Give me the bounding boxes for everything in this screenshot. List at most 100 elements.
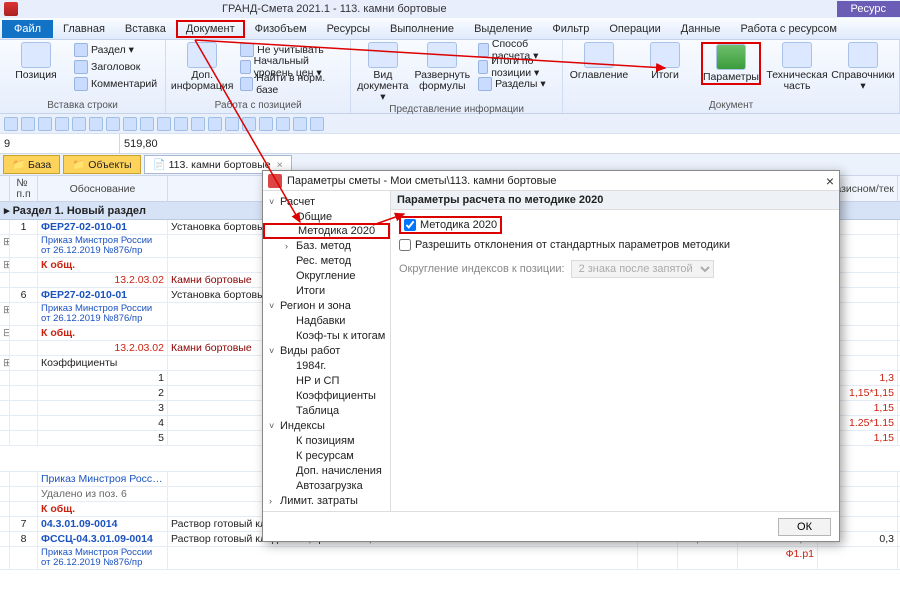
tree-okruglenie[interactable]: Округление [263,268,390,283]
metodika2020-input[interactable] [404,219,416,231]
tree-dopnach[interactable]: Доп. начисления [263,463,390,478]
techpart-button[interactable]: Техническая часть [767,42,827,92]
qat-icon[interactable] [123,117,137,131]
search-icon [240,77,253,91]
tree-resmetod[interactable]: Рес. метод [263,253,390,268]
qat-icon[interactable] [208,117,222,131]
sections-button[interactable]: Разделы ▾ [476,76,556,92]
formula-icon [427,42,457,68]
tree-koefitogi[interactable]: Коэф-ты к итогам [263,328,390,343]
tree-avtozagruzka[interactable]: Автозагрузка [263,478,390,493]
handbooks-button[interactable]: Справочники ▾ [833,42,893,92]
viewdoc-button[interactable]: Вид документа ▾ [357,42,408,103]
section-button[interactable]: Раздел ▾ [72,42,159,58]
qat-icon[interactable] [140,117,154,131]
tree-metodika2020[interactable]: Методика 2020 [263,223,390,239]
tree-tablica[interactable]: Таблица [263,403,390,418]
menu-operations[interactable]: Операции [599,20,670,38]
totals-button[interactable]: Итоги [635,42,695,81]
group-label-posrab: Работа с позицией [172,99,344,111]
qat-icon[interactable] [225,117,239,131]
sum-icon [478,60,488,74]
header-button[interactable]: Заголовок [72,59,159,75]
tree-kpoz[interactable]: К позициям [263,433,390,448]
rounding-select[interactable]: 2 знака после запятой [571,260,714,278]
tree-nrsp[interactable]: НР и СП [263,373,390,388]
tree-nadbavki[interactable]: Надбавки [263,313,390,328]
menu-insert[interactable]: Вставка [115,20,176,38]
tree-indexy[interactable]: Индексы [263,418,390,433]
tree-kres[interactable]: К ресурсам [263,448,390,463]
level-icon [240,60,250,74]
allow-deviation-input[interactable] [399,239,411,251]
qat-icon[interactable] [310,117,324,131]
qat-icon[interactable] [293,117,307,131]
menu-execution[interactable]: Выполнение [380,20,464,38]
close-icon[interactable]: × [826,173,834,189]
dopinfo-button[interactable]: Доп. информация [172,42,232,92]
dialog-tree[interactable]: Расчет Общие Методика 2020 Баз. метод Ре… [263,191,391,511]
qat-icon[interactable] [191,117,205,131]
group-label-insert: Вставка строки [6,99,159,111]
ribbon-group-position: Доп. информация Не учитывать Начальный у… [166,40,351,113]
resource-context-tab[interactable]: Ресурс [837,1,900,17]
allow-deviation-checkbox[interactable]: Разрешить отклонения от стандартных пара… [399,239,831,251]
menu-resources[interactable]: Ресурсы [317,20,380,38]
tree-region[interactable]: Регион и зона [263,298,390,313]
position-icon [21,42,51,68]
menu-filter[interactable]: Фильтр [542,20,599,38]
tree-obshie[interactable]: Общие [263,209,390,224]
base-button[interactable]: 📁 База [3,155,60,174]
parameters-button[interactable]: Параметры [701,42,761,85]
menu-main[interactable]: Главная [53,20,115,38]
app-icon [4,2,18,16]
col-num: № п.п [10,176,38,201]
position-button[interactable]: Позиция [6,42,66,81]
qat-icon[interactable] [89,117,103,131]
tree-itogi[interactable]: Итоги [263,283,390,298]
metodika2020-checkbox[interactable]: Методика 2020 [399,216,502,234]
itemtotals-button[interactable]: Итоги по позиции ▾ [476,59,556,75]
menu-selection[interactable]: Выделение [464,20,542,38]
ok-button[interactable]: ОК [778,518,831,536]
dialog-titlebar[interactable]: Параметры сметы - Мои сметы\113. камни б… [263,171,839,191]
tree-raschet[interactable]: Расчет [263,194,390,209]
formula-bar: 9 519,80 [0,134,900,154]
ribbon-group-insert: Позиция Раздел ▾ Заголовок Комментарий В… [0,40,166,113]
qat-icon[interactable] [157,117,171,131]
tree-limitzatraty[interactable]: Лимит. затраты [263,493,390,508]
tree-1984[interactable]: 1984г. [263,358,390,373]
qat-icon[interactable] [106,117,120,131]
qat-icon[interactable] [72,117,86,131]
findnorm-button[interactable]: Найти в норм. базе [238,76,344,92]
qat-icon[interactable] [174,117,188,131]
tree-vidyrabot[interactable]: Виды работ [263,343,390,358]
sections-icon [478,77,492,91]
menu-data[interactable]: Данные [671,20,731,38]
qat-icon[interactable] [21,117,35,131]
window-title: ГРАНД-Смета 2021.1 - 113. камни бортовые [222,3,447,15]
menu-file[interactable]: Файл [2,20,53,38]
formula-input[interactable]: 519,80 [120,138,900,150]
tab-objects[interactable]: 📁 Объекты [63,155,140,174]
qat-icon[interactable] [242,117,256,131]
qat-icon[interactable] [38,117,52,131]
tree-koef[interactable]: Коэффициенты [263,388,390,403]
qat-icon[interactable] [55,117,69,131]
name-box[interactable]: 9 [0,134,120,153]
qat-icon[interactable] [276,117,290,131]
gear-icon [716,44,746,70]
info-icon [187,42,217,68]
menu-document[interactable]: Документ [176,20,245,38]
qat-icon[interactable] [259,117,273,131]
title-bar: ГРАНД-Смета 2021.1 - 113. камни бортовые… [0,0,900,18]
table-row[interactable]: Приказ Минстроя России от 26.12.2019 №87… [0,547,900,570]
toc-button[interactable]: Оглавление [569,42,629,81]
expandformulas-button[interactable]: Развернуть формулы [414,42,470,92]
tree-bazmetod[interactable]: Баз. метод [263,238,390,253]
menu-fizobem[interactable]: Физобъем [245,20,317,38]
dialog-title: Параметры сметы - Мои сметы\113. камни б… [287,175,557,187]
qat-icon[interactable] [4,117,18,131]
comment-button[interactable]: Комментарий [72,76,159,92]
menu-resource-work[interactable]: Работа с ресурсом [731,20,847,38]
